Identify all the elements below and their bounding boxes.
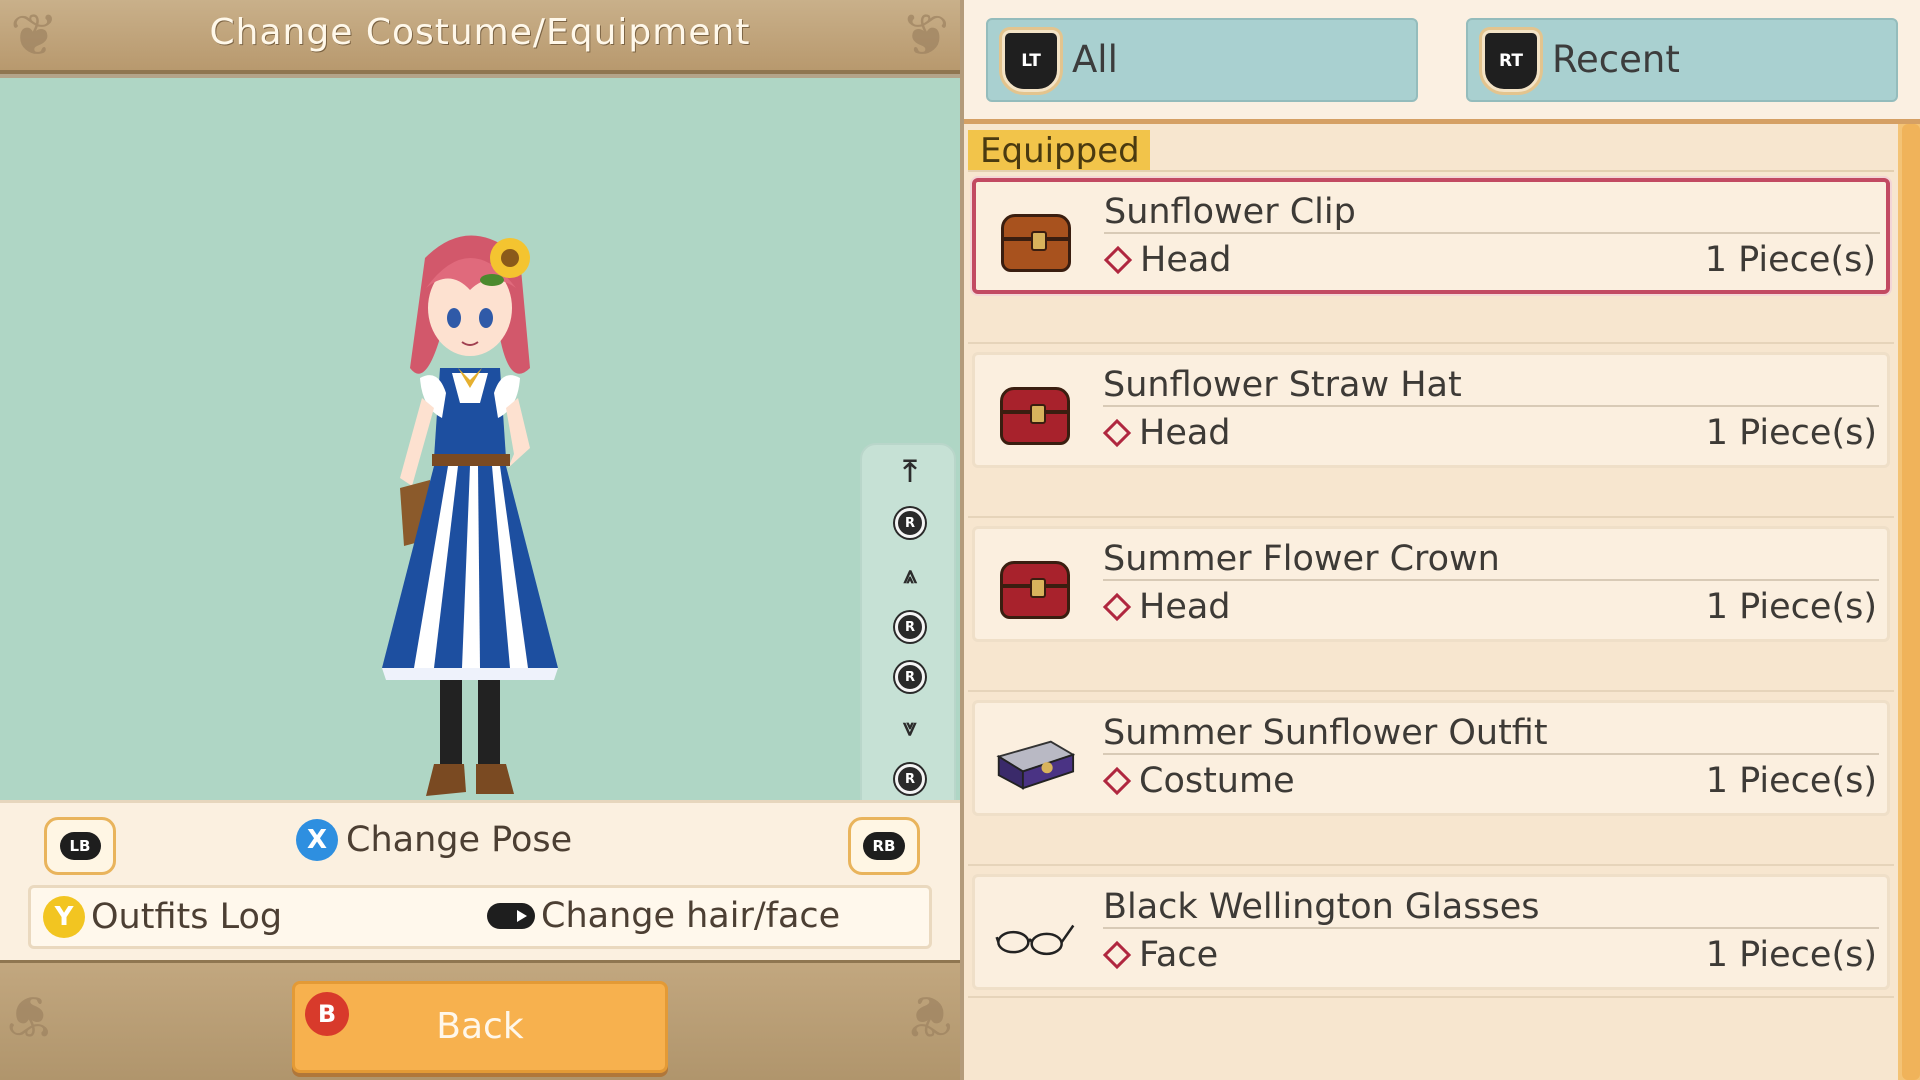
ornament-icon: ❦ bbox=[6, 982, 55, 1050]
rb-button[interactable]: RB bbox=[848, 817, 920, 875]
item-name: Sunflower Clip bbox=[1104, 192, 1356, 232]
divider bbox=[968, 864, 1894, 866]
outfits-log-button[interactable]: Y Outfits Log bbox=[43, 896, 282, 938]
item-quantity: 1 Piece(s) bbox=[1704, 240, 1876, 280]
page-title: Change Costume/Equipment bbox=[209, 12, 751, 53]
item-quantity: 1 Piece(s) bbox=[1705, 413, 1877, 453]
item-name: Black Wellington Glasses bbox=[1103, 887, 1540, 927]
divider bbox=[1104, 232, 1880, 234]
sub-controls: Y Outfits Log Change hair/face bbox=[28, 885, 932, 949]
list-item[interactable]: Sunflower Clip Head 1 Piece(s) bbox=[972, 178, 1890, 294]
item-quantity: 1 Piece(s) bbox=[1705, 761, 1877, 801]
item-slot: Head bbox=[1103, 240, 1232, 280]
change-pose-button[interactable]: X Change Pose bbox=[296, 819, 572, 861]
divider bbox=[1103, 753, 1879, 755]
purple-case-icon bbox=[995, 729, 1075, 799]
scroll-top-icon[interactable]: ⤒ bbox=[892, 453, 928, 489]
divider bbox=[968, 342, 1894, 344]
diamond-icon bbox=[1102, 766, 1132, 796]
scroll-thumb[interactable] bbox=[1902, 124, 1920, 1080]
list-item[interactable]: Sunflower Straw Hat Head 1 Piece(s) bbox=[972, 352, 1890, 468]
glasses-icon bbox=[995, 903, 1075, 973]
list-item[interactable]: Black Wellington Glasses Face 1 Piece(s) bbox=[972, 874, 1890, 990]
brown-chest-icon bbox=[996, 208, 1076, 278]
lb-button[interactable]: LB bbox=[44, 817, 116, 875]
change-pose-label: Change Pose bbox=[346, 820, 573, 860]
scrollbar[interactable] bbox=[1898, 124, 1920, 1080]
item-name: Summer Sunflower Outfit bbox=[1103, 713, 1548, 753]
tab-all[interactable]: LT All bbox=[986, 18, 1418, 102]
rstick-down-icon[interactable]: R bbox=[892, 761, 928, 797]
rstick-up-icon[interactable]: R bbox=[892, 505, 928, 541]
right-panel: LT All RT Recent Equipped Sunflower Clip… bbox=[960, 0, 1920, 1080]
divider bbox=[968, 690, 1894, 692]
page-down-icon[interactable]: ⩔ bbox=[892, 709, 928, 745]
divider bbox=[968, 996, 1894, 998]
character-viewer[interactable]: ⤒ R ⩓ R R ⩔ R ⤓ bbox=[0, 78, 960, 873]
item-slot: Face bbox=[1102, 935, 1218, 975]
tab-recent[interactable]: RT Recent bbox=[1466, 18, 1898, 102]
back-label: Back bbox=[436, 1006, 524, 1047]
diamond-icon bbox=[1103, 245, 1133, 275]
diamond-icon bbox=[1102, 940, 1132, 970]
equipped-section-label: Equipped bbox=[968, 130, 1150, 172]
tab-label: All bbox=[1072, 38, 1118, 81]
rstick-left-icon[interactable]: R bbox=[892, 609, 928, 645]
back-button[interactable]: B Back bbox=[292, 981, 668, 1073]
list-item[interactable]: Summer Sunflower Outfit Costume 1 Piece(… bbox=[972, 700, 1890, 816]
list-item[interactable]: Summer Flower Crown Head 1 Piece(s) bbox=[972, 526, 1890, 642]
bottom-bar: ❦ ❦ B Back bbox=[0, 960, 960, 1080]
diamond-icon bbox=[1102, 418, 1132, 448]
character-model bbox=[382, 235, 558, 796]
red-chest-icon bbox=[995, 555, 1075, 625]
control-area: LB X Change Pose RB Y Outfits Log Change… bbox=[0, 800, 960, 960]
item-quantity: 1 Piece(s) bbox=[1705, 935, 1877, 975]
divider bbox=[1103, 579, 1879, 581]
item-name: Summer Flower Crown bbox=[1103, 539, 1500, 579]
item-slot: Head bbox=[1102, 587, 1231, 627]
divider bbox=[1103, 927, 1879, 929]
title-bar: ❦ ❦ Change Costume/Equipment bbox=[0, 0, 960, 74]
divider bbox=[968, 516, 1894, 518]
lt-trigger-icon: LT bbox=[1002, 30, 1060, 92]
divider bbox=[968, 170, 1894, 172]
outfits-log-label: Outfits Log bbox=[91, 897, 283, 937]
page-up-icon[interactable]: ⩓ bbox=[892, 557, 928, 593]
rstick-right-icon[interactable]: R bbox=[892, 659, 928, 695]
red-chest-icon bbox=[995, 381, 1075, 451]
item-slot: Costume bbox=[1102, 761, 1295, 801]
item-slot: Head bbox=[1102, 413, 1231, 453]
left-panel: ❦ ❦ Change Costume/Equipment ⤒ R ⩓ R R ⩔… bbox=[0, 0, 960, 1080]
rt-trigger-icon: RT bbox=[1482, 30, 1540, 92]
diamond-icon bbox=[1102, 592, 1132, 622]
ornament-icon: ❦ bbox=[905, 982, 954, 1050]
y-button-icon: Y bbox=[43, 896, 85, 938]
tab-header: LT All RT Recent bbox=[964, 0, 1920, 124]
item-name: Sunflower Straw Hat bbox=[1103, 365, 1462, 405]
item-quantity: 1 Piece(s) bbox=[1705, 587, 1877, 627]
change-hair-face-label: Change hair/face bbox=[541, 896, 841, 936]
tab-label: Recent bbox=[1552, 38, 1680, 81]
x-button-icon: X bbox=[296, 819, 338, 861]
stick-icon bbox=[487, 903, 535, 929]
item-list[interactable]: Equipped Sunflower Clip Head 1 Piece(s) … bbox=[964, 124, 1898, 1080]
divider bbox=[1103, 405, 1879, 407]
change-hair-face-button[interactable]: Change hair/face bbox=[487, 896, 840, 936]
